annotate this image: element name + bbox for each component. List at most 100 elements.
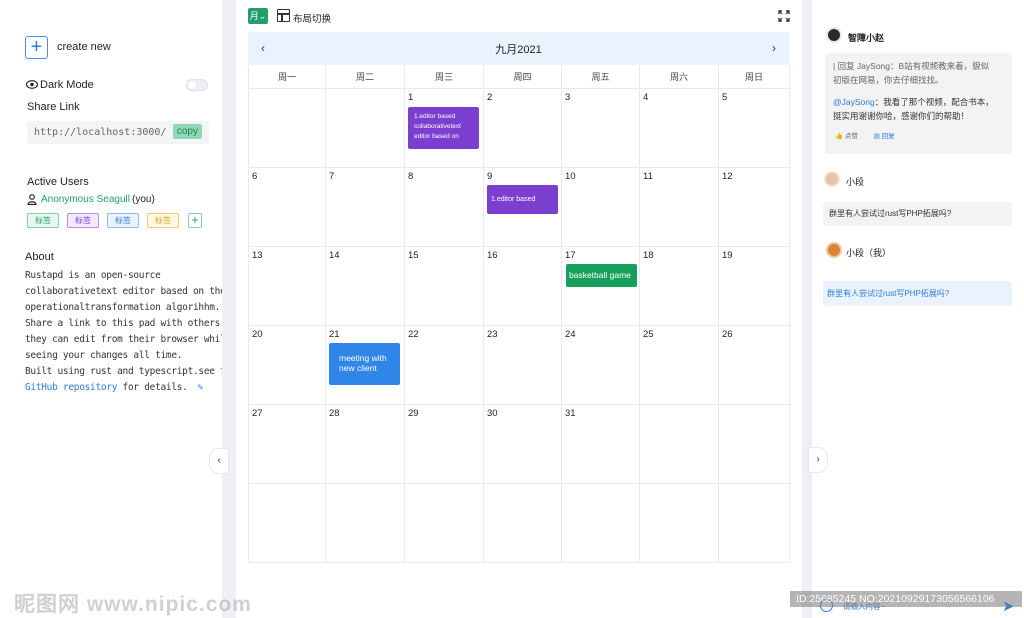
- calendar-panel: 月⌄ 布局切换 ‹ 九月2021 › 周一 周二 周三 周四 周五 周六 周日 …: [236, 0, 802, 618]
- create-new-button[interactable]: +: [25, 36, 48, 59]
- edit-pencil-icon[interactable]: ✎: [198, 382, 204, 393]
- share-link-field[interactable]: http://localhost:3000/AsijBy copy: [27, 121, 209, 144]
- add-tag-button[interactable]: +: [188, 213, 202, 228]
- copy-button[interactable]: copy: [172, 124, 202, 139]
- tag-purple[interactable]: 标签: [67, 213, 99, 228]
- mention-link[interactable]: @JaySong: [833, 97, 875, 107]
- active-users-label: Active Users: [27, 176, 89, 188]
- calendar-event[interactable]: meeting with new client: [329, 343, 400, 385]
- day-cell[interactable]: [326, 484, 405, 563]
- day-cell[interactable]: 16: [484, 247, 562, 326]
- day-cell[interactable]: 19: [719, 247, 790, 326]
- day-cell[interactable]: [719, 484, 790, 563]
- day-cell[interactable]: 29: [405, 405, 484, 484]
- day-number: 10: [565, 171, 576, 182]
- tag-green[interactable]: 标签: [27, 213, 59, 228]
- day-cell[interactable]: [562, 484, 640, 563]
- quote-line: | 回复 JaySong：B站有视频教来着，貌似: [833, 61, 990, 71]
- day-number: 2: [487, 92, 493, 103]
- day-number: 8: [408, 171, 414, 182]
- weekday-header: 周一: [249, 65, 326, 89]
- day-cell[interactable]: 18: [640, 247, 719, 326]
- day-cell[interactable]: 13: [249, 247, 326, 326]
- reply-icon[interactable]: ▤: [874, 133, 880, 140]
- day-number: 26: [722, 329, 733, 340]
- day-cell[interactable]: [405, 484, 484, 563]
- day-cell[interactable]: 6: [249, 168, 326, 247]
- day-cell[interactable]: 24: [562, 326, 640, 405]
- about-line: collaborativetext editor based on the: [25, 286, 226, 297]
- about-line: they can edit from their browser while: [25, 334, 231, 345]
- day-cell[interactable]: 1 1.editor based collaborativetext edito…: [405, 89, 484, 168]
- day-cell[interactable]: 31: [562, 405, 640, 484]
- dark-mode-toggle[interactable]: [186, 79, 208, 91]
- day-cell[interactable]: 26: [719, 326, 790, 405]
- day-cell[interactable]: 7: [326, 168, 405, 247]
- day-cell[interactable]: 3: [562, 89, 640, 168]
- day-number: 3: [565, 92, 571, 103]
- day-cell[interactable]: 30: [484, 405, 562, 484]
- day-cell[interactable]: 11: [640, 168, 719, 247]
- calendar-event[interactable]: 1.editor based: [487, 185, 558, 214]
- day-cell[interactable]: 20: [249, 326, 326, 405]
- day-cell[interactable]: [249, 89, 326, 168]
- day-cell[interactable]: 8: [405, 168, 484, 247]
- day-cell[interactable]: 22: [405, 326, 484, 405]
- day-cell[interactable]: 2: [484, 89, 562, 168]
- calendar-event[interactable]: basketball game: [566, 264, 637, 287]
- day-number: 16: [487, 250, 498, 261]
- day-cell[interactable]: [640, 484, 719, 563]
- day-cell[interactable]: 21 meeting with new client: [326, 326, 405, 405]
- day-cell[interactable]: 15: [405, 247, 484, 326]
- day-cell[interactable]: [640, 405, 719, 484]
- collapse-left-chevron-icon[interactable]: ‹: [209, 448, 229, 474]
- day-cell[interactable]: 23: [484, 326, 562, 405]
- active-user-name[interactable]: Anonymous Seagull: [41, 194, 130, 205]
- share-url: http://localhost:3000/AsijBy: [34, 127, 166, 138]
- day-cell[interactable]: 10: [562, 168, 640, 247]
- layout-icon[interactable]: [277, 9, 290, 22]
- day-cell[interactable]: 12: [719, 168, 790, 247]
- day-number: 13: [252, 250, 263, 261]
- day-cell[interactable]: [484, 484, 562, 563]
- day-number: 24: [565, 329, 576, 340]
- day-cell[interactable]: 25: [640, 326, 719, 405]
- about-line: Rustapd is an open-source: [25, 270, 161, 281]
- chat-message-self: 群里有人尝试过rust写PHP拓展吗?: [823, 281, 1012, 306]
- day-cell[interactable]: [326, 89, 405, 168]
- day-number: 19: [722, 250, 733, 261]
- chat-user-name: 智障小赵: [848, 33, 885, 43]
- day-cell[interactable]: 4: [640, 89, 719, 168]
- avatar: [824, 171, 840, 187]
- collapse-right-chevron-icon[interactable]: ›: [808, 447, 828, 473]
- fullscreen-icon[interactable]: [778, 10, 790, 22]
- day-number: 11: [643, 171, 653, 182]
- calendar-event[interactable]: 1.editor based collaborativetext editor …: [408, 107, 479, 149]
- like-label[interactable]: 点赞: [845, 133, 858, 140]
- day-number: 18: [643, 250, 654, 261]
- view-switch-button[interactable]: 月⌄: [248, 8, 268, 24]
- day-cell[interactable]: 9 1.editor based: [484, 168, 562, 247]
- day-cell[interactable]: 28: [326, 405, 405, 484]
- create-new-label[interactable]: create new: [57, 41, 111, 53]
- next-month-chevron-icon[interactable]: ›: [767, 41, 781, 55]
- left-sidebar: + create new Dark Mode Share Link http:/…: [0, 0, 248, 618]
- day-cell[interactable]: [249, 484, 326, 563]
- event-line: 1.editor based: [414, 113, 456, 120]
- tag-yellow[interactable]: 标签: [147, 213, 179, 228]
- like-icon[interactable]: 👍: [835, 133, 843, 140]
- day-cell[interactable]: 14: [326, 247, 405, 326]
- day-cell[interactable]: 27: [249, 405, 326, 484]
- day-cell[interactable]: [719, 405, 790, 484]
- github-link[interactable]: GitHub repository: [25, 382, 117, 393]
- about-line: Built using rust and typescript.see the: [25, 366, 237, 377]
- chat-message: | 回复 JaySong：B站有视频教来着，貌似 初版在网易，你去仔细找找。 @…: [825, 53, 1012, 154]
- day-cell[interactable]: 5: [719, 89, 790, 168]
- tag-blue[interactable]: 标签: [107, 213, 139, 228]
- day-number: 12: [722, 171, 733, 182]
- avatar: [826, 242, 842, 258]
- reply-label[interactable]: 回复: [882, 133, 895, 140]
- day-cell[interactable]: 17 basketball game: [562, 247, 640, 326]
- layout-switch-label[interactable]: 布局切换: [293, 11, 331, 25]
- day-number: 7: [329, 171, 335, 182]
